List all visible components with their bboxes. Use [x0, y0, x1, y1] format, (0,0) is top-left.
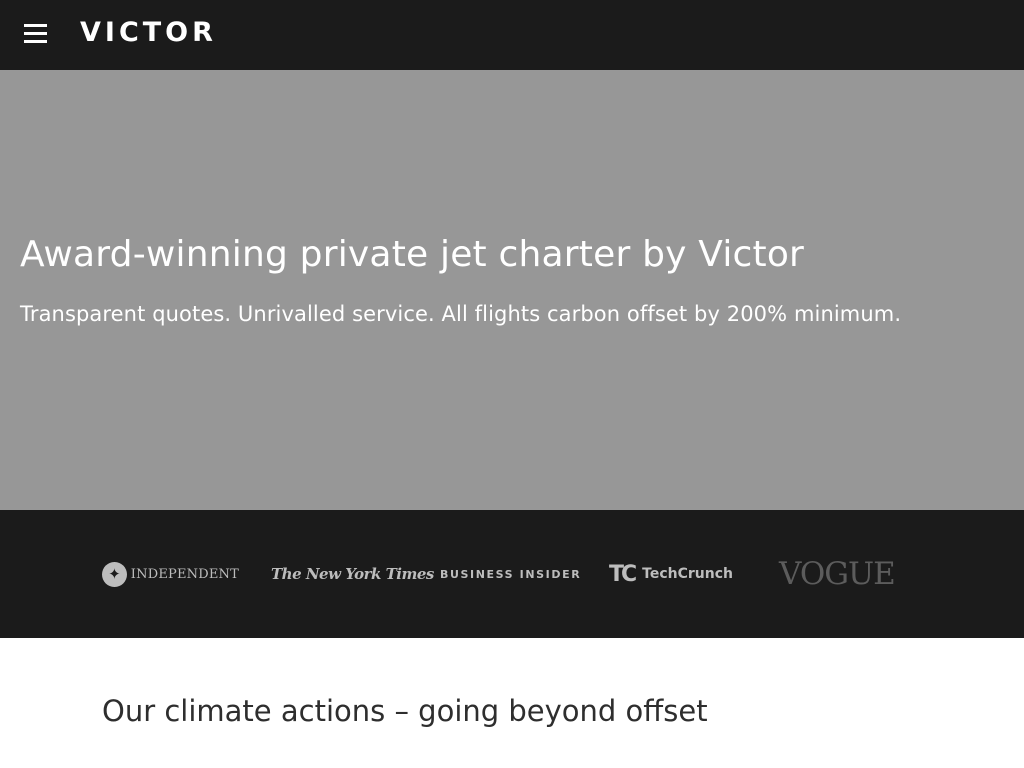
menu-line — [24, 32, 47, 35]
hero-banner: Award-winning private jet charter by Vic… — [0, 70, 1024, 510]
business-insider-logo[interactable]: BUSINESS INSIDER — [440, 554, 580, 594]
climate-section-title: Our climate actions – going beyond offse… — [102, 694, 708, 728]
new-york-times-logo[interactable]: The New York Times — [271, 554, 434, 594]
menu-line — [24, 40, 47, 43]
vogue-logo[interactable]: VOGUE — [779, 554, 916, 594]
techcrunch-wordmark: TechCrunch — [642, 566, 733, 582]
independent-wordmark: INDEPENDENT — [130, 566, 239, 582]
techcrunch-mark-icon: TC — [609, 561, 637, 587]
menu-line — [24, 24, 47, 27]
hamburger-menu-icon[interactable] — [24, 22, 48, 46]
nyt-wordmark: The New York Times — [271, 565, 434, 583]
victor-logo[interactable]: VICTOR — [80, 16, 217, 50]
business-insider-wordmark: BUSINESS INSIDER — [440, 567, 582, 581]
techcrunch-logo[interactable]: TC TechCrunch — [609, 554, 746, 594]
independent-logo[interactable]: ✦ INDEPENDENT — [102, 554, 239, 594]
press-logos-strip: ✦ INDEPENDENT The New York Times BUSINES… — [0, 510, 1024, 638]
eagle-icon: ✦ — [102, 561, 127, 587]
hero-subtitle: Transparent quotes. Unrivalled service. … — [20, 302, 902, 326]
top-navigation-bar: VICTOR — [0, 0, 1024, 70]
vogue-wordmark: VOGUE — [779, 556, 896, 592]
hero-title: Award-winning private jet charter by Vic… — [20, 234, 805, 275]
